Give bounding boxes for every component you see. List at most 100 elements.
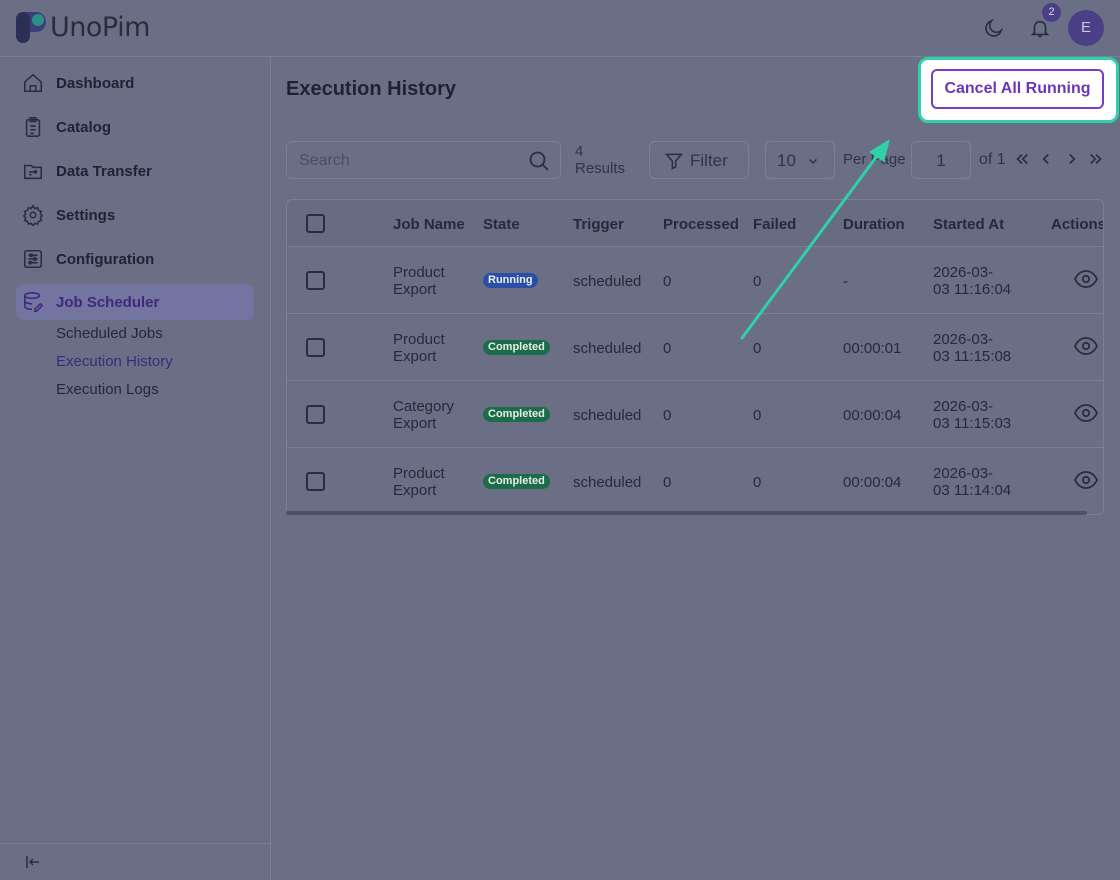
sidebar-item-job-scheduler[interactable]: Job Scheduler xyxy=(16,284,254,320)
failed-cell: 0 xyxy=(753,407,762,424)
results-number: 4 xyxy=(575,143,584,160)
avatar[interactable]: E xyxy=(1068,10,1104,46)
job-name-line: Category xyxy=(393,398,454,415)
started-at-line: 2026-03- xyxy=(933,465,994,482)
trigger-cell: scheduled xyxy=(573,340,642,357)
configuration-icon xyxy=(23,249,43,269)
sidebar-item-data-transfer[interactable]: Data Transfer xyxy=(16,153,254,189)
first-page-icon[interactable] xyxy=(1013,150,1031,168)
started-at-line: 03 11:14:04 xyxy=(933,482,1012,499)
eye-icon[interactable] xyxy=(1074,471,1098,489)
page-title: Execution History xyxy=(286,78,457,100)
column-header[interactable]: Job Name xyxy=(393,216,465,233)
notification-badge: 2 xyxy=(1042,3,1061,22)
row-checkbox[interactable] xyxy=(306,271,325,290)
processed-cell: 0 xyxy=(663,407,672,424)
eye-icon[interactable] xyxy=(1074,270,1098,288)
job-name-line: Product xyxy=(393,331,445,348)
sidebar-item-label: Catalog xyxy=(56,118,112,136)
sidebar-item-configuration[interactable]: Configuration xyxy=(16,241,254,277)
job-name-line: Product xyxy=(393,465,445,482)
sidebar-item-label: Configuration xyxy=(56,250,155,268)
trigger-cell: scheduled xyxy=(573,273,642,290)
column-header[interactable]: Duration xyxy=(843,216,905,233)
data-transfer-icon xyxy=(23,164,43,180)
per-page-value: 10 xyxy=(777,151,796,170)
started-at-cell: 2026-03- 03 11:15:03 xyxy=(933,398,1011,432)
table-row: Product Export Completed scheduled 0 0 00… xyxy=(287,448,1103,514)
search-icon[interactable] xyxy=(527,149,551,173)
sidebar-collapse[interactable] xyxy=(0,843,271,880)
started-at-line: 2026-03- xyxy=(933,398,994,415)
eye-icon[interactable] xyxy=(1074,337,1098,355)
table-row: Product Export Running scheduled 0 0 - 20… xyxy=(287,247,1103,314)
table-row: Product Export Completed scheduled 0 0 00… xyxy=(287,314,1103,381)
prev-page-icon[interactable] xyxy=(1037,150,1055,168)
search-box[interactable]: Search xyxy=(286,141,561,179)
status-badge: Completed xyxy=(483,407,550,422)
processed-cell: 0 xyxy=(663,340,672,357)
started-at-cell: 2026-03- 03 11:14:04 xyxy=(933,465,1011,499)
trigger-cell: scheduled xyxy=(573,407,642,424)
sidebar-subitem-execution-history[interactable]: Execution History xyxy=(56,353,173,370)
started-at-cell: 2026-03- 03 11:15:08 xyxy=(933,331,1011,365)
sidebar-item-settings[interactable]: Settings xyxy=(16,197,254,233)
job-name-cell: Product Export xyxy=(393,465,445,499)
filter-icon xyxy=(664,153,684,170)
status-badge: Running xyxy=(483,273,538,288)
filter-button[interactable]: Filter xyxy=(649,141,749,179)
sidebar-item-catalog[interactable]: Catalog xyxy=(16,109,254,145)
trigger-cell: scheduled xyxy=(573,474,642,491)
job-name-cell: Category Export xyxy=(393,398,454,432)
failed-cell: 0 xyxy=(753,273,762,290)
eye-icon[interactable] xyxy=(1074,404,1098,422)
started-at-cell: 2026-03- 03 11:16:04 xyxy=(933,264,1011,298)
duration-cell: 00:00:04 xyxy=(843,474,902,491)
column-header[interactable]: Failed xyxy=(753,216,796,233)
per-page-select[interactable]: 10 xyxy=(765,141,835,179)
next-page-icon[interactable] xyxy=(1063,150,1081,168)
chevron-down-icon xyxy=(809,159,817,164)
column-header[interactable]: Processed xyxy=(663,216,739,233)
job-scheduler-icon xyxy=(23,292,44,312)
execution-table: Job Name State Trigger Processed Failed … xyxy=(286,199,1104,515)
column-header[interactable]: Started At xyxy=(933,216,1004,233)
column-header[interactable]: State xyxy=(483,216,520,233)
column-header[interactable]: Trigger xyxy=(573,216,624,233)
moon-icon[interactable] xyxy=(983,17,1005,39)
status-badge: Completed xyxy=(483,340,550,355)
processed-cell: 0 xyxy=(663,474,672,491)
sidebar-subitem-execution-logs[interactable]: Execution Logs xyxy=(56,381,159,398)
sidebar: Dashboard Catalog Data Transfer Settings… xyxy=(0,57,271,880)
logo-icon xyxy=(16,12,46,43)
cancel-all-running-button[interactable]: Cancel All Running xyxy=(931,69,1104,109)
sidebar-subitem-scheduled-jobs[interactable]: Scheduled Jobs xyxy=(56,325,163,342)
per-page-label: Per Page xyxy=(843,151,906,168)
filter-label: Filter xyxy=(690,151,728,170)
job-name-cell: Product Export xyxy=(393,331,445,365)
row-checkbox[interactable] xyxy=(306,338,325,357)
failed-cell: 0 xyxy=(753,474,762,491)
collapse-icon[interactable] xyxy=(24,853,42,871)
results-label: Results xyxy=(575,160,626,177)
last-page-icon[interactable] xyxy=(1087,150,1105,168)
row-checkbox[interactable] xyxy=(306,472,325,491)
app-name: UnoPim xyxy=(50,12,150,43)
results-count: 4 Results xyxy=(575,143,625,177)
settings-icon xyxy=(22,204,44,226)
select-all-checkbox[interactable] xyxy=(306,214,325,233)
status-badge: Completed xyxy=(483,474,550,489)
logo[interactable]: UnoPim xyxy=(16,12,150,43)
sidebar-item-label: Settings xyxy=(56,206,116,224)
started-at-line: 03 11:15:03 xyxy=(933,415,1012,432)
sidebar-item-dashboard[interactable]: Dashboard xyxy=(16,65,254,101)
job-name-line: Export xyxy=(393,482,437,499)
table-header: Job Name State Trigger Processed Failed … xyxy=(287,200,1103,247)
page-number-input[interactable]: 1 xyxy=(911,141,971,179)
started-at-line: 03 11:15:08 xyxy=(933,348,1012,365)
row-checkbox[interactable] xyxy=(306,405,325,424)
duration-cell: 00:00:01 xyxy=(843,340,902,357)
table-horizontal-scrollbar[interactable] xyxy=(286,511,1087,515)
started-at-line: 2026-03- xyxy=(933,264,994,281)
search-input[interactable]: Search xyxy=(299,152,350,170)
